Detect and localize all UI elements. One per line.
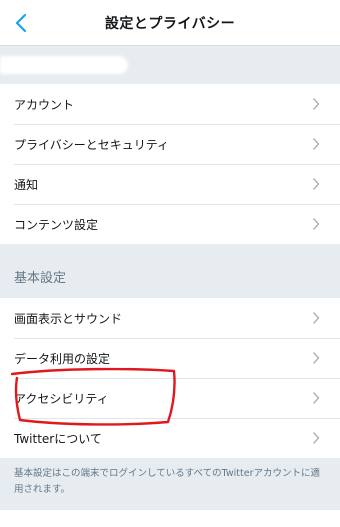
- chevron-right-icon: [306, 378, 326, 418]
- chevron-right-icon: [306, 204, 326, 244]
- settings-item-label: アクセシビリティ: [14, 391, 109, 406]
- page-title: 設定とプライバシー: [104, 16, 236, 32]
- chevron-right-icon: [306, 418, 326, 458]
- settings-item-accessibility[interactable]: アクセシビリティ: [0, 378, 340, 418]
- settings-item-notifications[interactable]: 通知: [0, 164, 340, 204]
- next-section-strip: [0, 510, 340, 527]
- settings-item-label: 画面表示とサウンド: [14, 311, 123, 326]
- settings-item-about-twitter[interactable]: Twitterについて: [0, 418, 340, 458]
- settings-item-label: コンテンツ設定: [14, 217, 99, 232]
- chevron-left-icon: [15, 13, 27, 33]
- settings-item-content-preferences[interactable]: コンテンツ設定: [0, 204, 340, 244]
- back-button[interactable]: [6, 6, 36, 40]
- settings-item-account[interactable]: アカウント: [0, 84, 340, 124]
- redacted-username: [0, 56, 128, 74]
- account-settings-group: アカウント プライバシーとセキュリティ 通知 コンテンツ設定: [0, 84, 340, 244]
- settings-item-label: Twitterについて: [14, 431, 102, 446]
- general-settings-footnote: 基本設定はこの端末でログインしているすべてのTwitterアカウントに適用されま…: [14, 468, 321, 495]
- settings-item-display-sound[interactable]: 画面表示とサウンド: [0, 298, 340, 338]
- chevron-right-icon: [306, 298, 326, 338]
- settings-item-label: アカウント: [14, 97, 75, 112]
- navigation-bar: 設定とプライバシー: [0, 0, 340, 46]
- settings-item-label: データ利用の設定: [14, 351, 111, 366]
- settings-item-label: プライバシーとセキュリティ: [14, 137, 170, 152]
- account-header: [0, 46, 340, 84]
- chevron-right-icon: [306, 338, 326, 378]
- chevron-right-icon: [306, 84, 326, 124]
- settings-item-label: 通知: [14, 177, 39, 192]
- section-header-general: 基本設定: [0, 248, 340, 298]
- chevron-right-icon: [306, 124, 326, 164]
- settings-item-data-usage[interactable]: データ利用の設定: [0, 338, 340, 378]
- chevron-right-icon: [306, 164, 326, 204]
- settings-item-privacy-security[interactable]: プライバシーとセキュリティ: [0, 124, 340, 164]
- general-settings-group: 画面表示とサウンド データ利用の設定 アクセシビリティ Twitterについて: [0, 298, 340, 458]
